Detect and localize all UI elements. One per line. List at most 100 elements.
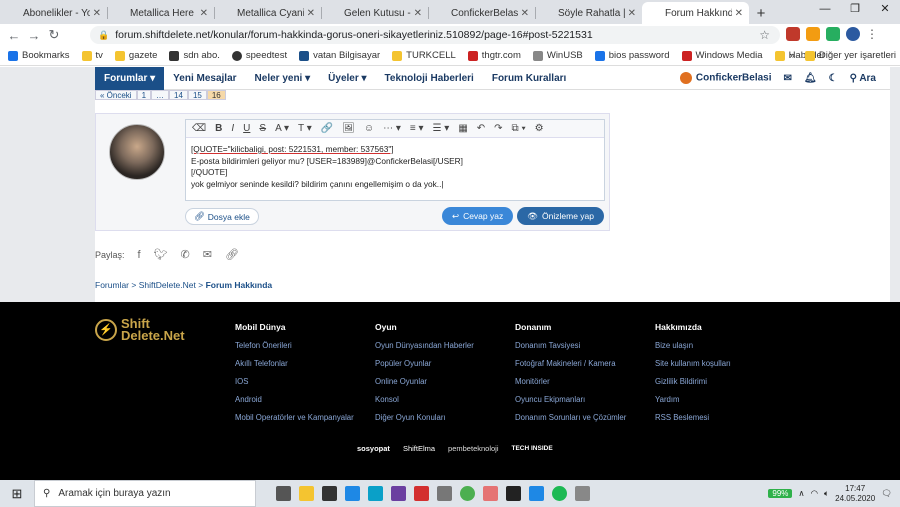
site-logo[interactable]: ⚡ Shift Delete.Net <box>95 317 185 342</box>
undo-icon[interactable]: ↶ <box>477 123 485 134</box>
bookmark-item[interactable]: speedtest <box>231 50 287 61</box>
close-tab-icon[interactable]: ✕ <box>414 8 422 19</box>
nav-forum-rules[interactable]: Forum Kuralları <box>483 73 575 84</box>
footer-link[interactable]: Fotoğraf Makineleri / Kamera <box>515 359 626 368</box>
footer-link[interactable]: Gizlilik Bildirimi <box>655 377 731 386</box>
footer-link[interactable]: Popüler Oyunlar <box>375 359 474 368</box>
text-color-button[interactable]: A ▾ <box>275 123 289 134</box>
browser-tab[interactable]: Metallica Cyanide✕ <box>214 2 321 24</box>
page-link[interactable]: 15 <box>187 90 207 100</box>
facebook-icon[interactable]: f <box>138 249 141 261</box>
editor-text[interactable]: [QUOTE="kilicbaligi, post: 5221531, memb… <box>186 138 604 196</box>
battery-indicator[interactable]: 99% <box>768 489 793 498</box>
message-editor[interactable]: ⌫ B I U S A ▾ T ▾ 🔗 🖼 ☺ ⋯ ▾ ≡ ▾ ☰ ▾ ▦ ↶ … <box>185 119 605 201</box>
notifications-icon[interactable]: 🗨︎ <box>881 488 892 499</box>
forward-button[interactable]: → <box>24 28 44 43</box>
wifi-icon[interactable]: ◠ <box>811 488 818 499</box>
restore-button[interactable]: ❐ <box>840 0 870 20</box>
footer-link[interactable]: Telefon Önerileri <box>235 341 354 350</box>
footer-link[interactable]: RSS Beslemesi <box>655 413 731 422</box>
emoji-icon[interactable]: ☺ <box>364 123 374 134</box>
browser-tab[interactable]: Metallica Here Co✕ <box>107 2 214 24</box>
close-tab-icon[interactable]: ✕ <box>521 8 529 19</box>
profile-avatar-icon[interactable] <box>846 27 860 41</box>
bold-button[interactable]: B <box>215 123 222 134</box>
search-button[interactable]: ⚲ Ara <box>850 73 876 84</box>
extension-icon[interactable] <box>826 27 840 41</box>
back-button[interactable]: ← <box>4 28 24 43</box>
table-icon[interactable]: ▦ <box>458 123 467 134</box>
footer-link[interactable]: Diğer Oyun Konuları <box>375 413 474 422</box>
attach-file-button[interactable]: 🔗︎ Dosya ekle <box>185 208 259 225</box>
page-link[interactable]: 1 <box>136 90 152 100</box>
breadcrumb-item[interactable]: Forumlar <box>95 280 129 290</box>
bookmark-item[interactable]: vatan Bilgisayar <box>299 50 380 61</box>
app-icon[interactable] <box>414 486 429 501</box>
new-tab-button[interactable]: + <box>749 2 773 24</box>
align-button[interactable]: ≡ ▾ <box>410 123 424 134</box>
footer-link[interactable]: Monitörler <box>515 377 626 386</box>
strikethrough-button[interactable]: S <box>259 123 266 134</box>
breadcrumb-item[interactable]: ShiftDelete.Net <box>139 280 196 290</box>
other-bookmarks[interactable]: » Diğer yer işaretleri <box>790 50 896 61</box>
inbox-icon[interactable]: ✉ <box>784 73 792 84</box>
task-view-icon[interactable] <box>276 486 291 501</box>
footer-link[interactable]: Oyun Dünyasından Haberler <box>375 341 474 350</box>
browser-tab[interactable]: Söyle Rahatla | Say✕ <box>535 2 642 24</box>
footer-link[interactable]: Yardım <box>655 395 731 404</box>
link-icon[interactable]: 🔗 <box>321 123 333 134</box>
font-size-button[interactable]: T ▾ <box>298 123 312 134</box>
taskbar-search[interactable]: ⚲ Aramak için buraya yazın <box>34 480 256 507</box>
close-tab-icon[interactable]: ✕ <box>307 8 315 19</box>
footer-link[interactable]: Bize ulaşın <box>655 341 731 350</box>
nav-whats-new[interactable]: Neler yeni ▾ <box>246 73 320 84</box>
close-tab-icon[interactable]: ✕ <box>628 8 636 19</box>
app-icon[interactable] <box>483 486 498 501</box>
moon-icon[interactable]: ☾ <box>829 73 838 84</box>
app-icon[interactable] <box>437 486 452 501</box>
partner-logo[interactable]: TECH INSIDE <box>512 445 553 452</box>
email-icon[interactable]: ✉ <box>203 248 212 261</box>
bookmark-item[interactable]: Windows Media <box>681 50 763 61</box>
mail-icon[interactable] <box>345 486 360 501</box>
chrome-icon[interactable] <box>460 486 475 501</box>
minimize-button[interactable]: — <box>810 0 840 20</box>
image-icon[interactable]: 🖼 <box>342 123 355 134</box>
partner-logo[interactable]: pembeteknoloji <box>448 444 498 453</box>
bookmark-item[interactable]: bios password <box>594 50 670 61</box>
address-bar[interactable]: 🔒 forum.shiftdelete.net/konular/forum-ha… <box>90 26 780 44</box>
close-tab-icon[interactable]: ✕ <box>735 8 743 19</box>
page-current[interactable]: 16 <box>206 90 226 100</box>
footer-link[interactable]: Android <box>235 395 354 404</box>
app-icon[interactable] <box>575 486 590 501</box>
underline-button[interactable]: U <box>243 123 250 134</box>
bell-icon[interactable]: 🔔︎ <box>804 73 817 84</box>
file-explorer-icon[interactable] <box>299 486 314 501</box>
volume-icon[interactable]: 🔈︎ <box>824 488 829 499</box>
footer-link[interactable]: Donanım Tavsiyesi <box>515 341 626 350</box>
reload-button[interactable]: ↻ <box>44 27 64 43</box>
twitter-icon[interactable]: 🐦︎ <box>154 248 168 261</box>
bookmark-item[interactable]: WinUSB <box>532 50 583 61</box>
bookmark-item[interactable]: sdn abo. <box>169 50 220 61</box>
menu-kebab-icon[interactable]: ⋮ <box>866 27 878 41</box>
app-icon[interactable] <box>529 486 544 501</box>
store-icon[interactable] <box>322 486 337 501</box>
spotify-icon[interactable] <box>552 486 567 501</box>
more-options-button[interactable]: ⋯ ▾ <box>383 123 401 134</box>
list-button[interactable]: ☰ ▾ <box>433 123 450 134</box>
preview-button[interactable]: 👁︎ Önizleme yap <box>517 207 604 225</box>
nav-new-posts[interactable]: Yeni Mesajlar <box>164 73 245 84</box>
nav-tech-news[interactable]: Teknoloji Haberleri <box>376 73 483 84</box>
italic-button[interactable]: I <box>231 123 234 134</box>
bookmark-star-icon[interactable]: ☆ <box>759 28 770 42</box>
bookmark-item[interactable]: thgtr.com <box>467 50 521 61</box>
close-tab-icon[interactable]: ✕ <box>93 8 101 19</box>
close-window-button[interactable]: ✕ <box>870 0 900 20</box>
footer-link[interactable]: Online Oyunlar <box>375 377 474 386</box>
footer-link[interactable]: Oyuncu Ekipmanları <box>515 395 626 404</box>
browser-tab[interactable]: Abonelikler - YouT✕ <box>0 2 107 24</box>
extension-icon[interactable] <box>806 27 820 41</box>
redo-icon[interactable]: ↷ <box>494 123 502 134</box>
link-icon[interactable]: 🔗︎ <box>225 248 239 261</box>
